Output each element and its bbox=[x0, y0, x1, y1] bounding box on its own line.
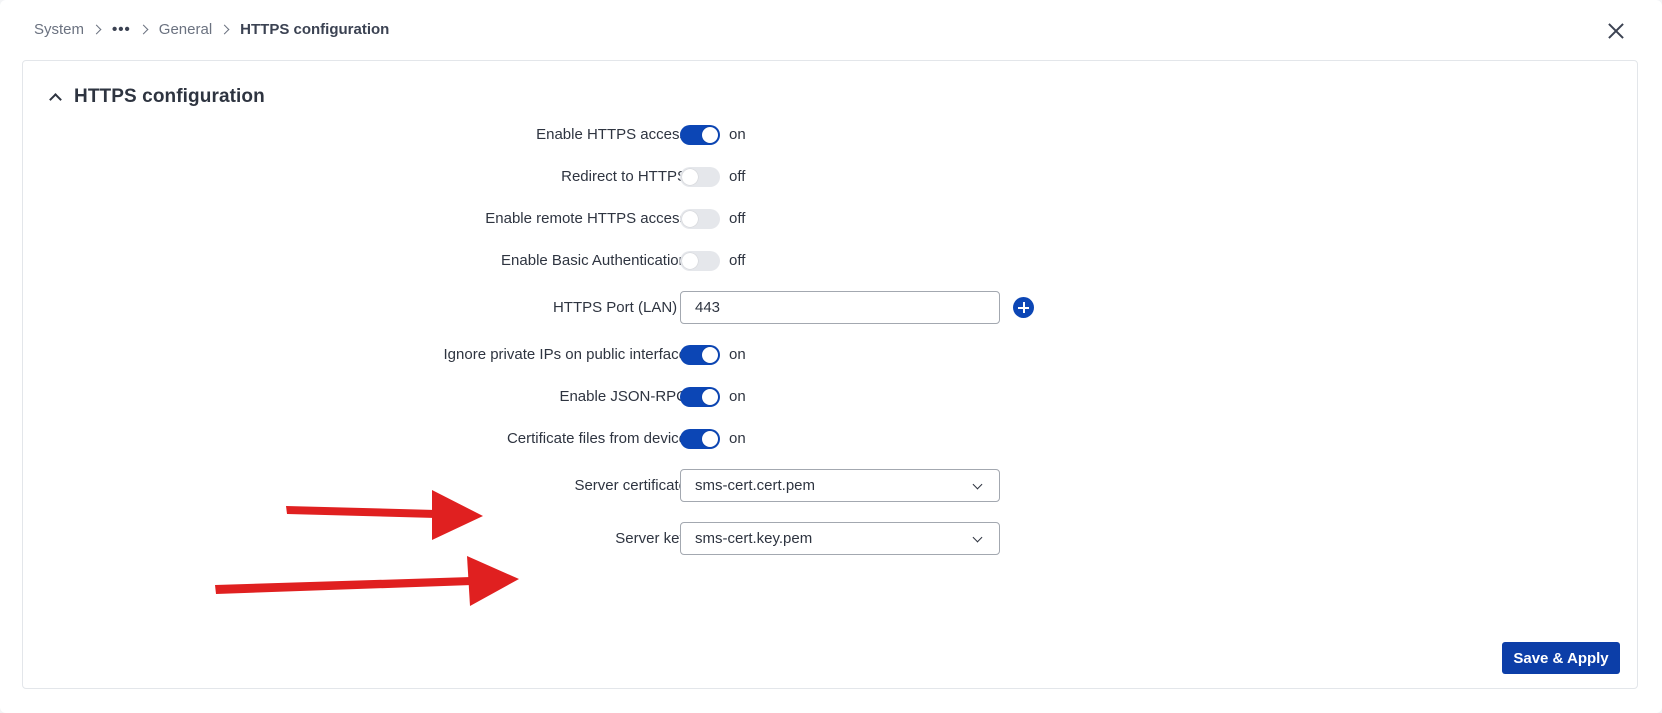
panel-title: HTTPS configuration bbox=[74, 86, 265, 107]
row-server-key: Server key sms-cert.key.pem bbox=[23, 522, 1123, 556]
breadcrumb-system[interactable]: System bbox=[34, 21, 84, 38]
field-label: Enable JSON-RPC bbox=[559, 388, 687, 405]
toggle-state-text: off bbox=[729, 252, 746, 269]
toggle-state-text: off bbox=[729, 210, 746, 227]
json-rpc-toggle[interactable] bbox=[680, 387, 720, 407]
toggle-state-text: on bbox=[729, 430, 746, 447]
chevron-up-icon bbox=[49, 93, 62, 106]
plus-circle-icon[interactable] bbox=[1013, 297, 1034, 318]
https-config-panel: HTTPS configuration Enable HTTPS access … bbox=[22, 60, 1638, 689]
basic-auth-toggle[interactable] bbox=[680, 251, 720, 271]
toggle-knob bbox=[702, 347, 718, 363]
enable-https-toggle[interactable] bbox=[680, 125, 720, 145]
field-label: Certificate files from device bbox=[506, 430, 687, 447]
ignore-private-ips-toggle[interactable] bbox=[680, 345, 720, 365]
chevron-right-icon bbox=[219, 24, 230, 34]
field-label: Redirect to HTTPS bbox=[561, 168, 687, 185]
panel-header-toggle[interactable]: HTTPS configuration bbox=[47, 83, 265, 111]
cert-from-device-toggle[interactable] bbox=[680, 429, 720, 449]
chevron-right-icon bbox=[91, 24, 102, 34]
breadcrumb-current: HTTPS configuration bbox=[240, 20, 390, 38]
toggle-knob bbox=[682, 211, 698, 227]
field-label: Enable remote HTTPS access bbox=[485, 210, 687, 227]
breadcrumb: System ••• General HTTPS configuration bbox=[34, 18, 389, 40]
chevron-down-icon bbox=[972, 479, 983, 490]
toggle-knob bbox=[682, 253, 698, 269]
toggle-knob bbox=[702, 389, 718, 405]
field-label: Ignore private IPs on public interface bbox=[443, 346, 687, 363]
toggle-knob bbox=[702, 431, 718, 447]
field-label: Enable HTTPS access bbox=[536, 126, 687, 143]
chevron-right-icon bbox=[138, 24, 149, 34]
row-redirect-https: Redirect to HTTPS off bbox=[23, 160, 1123, 194]
server-certificate-select[interactable]: sms-cert.cert.pem bbox=[680, 469, 1000, 502]
toggle-knob bbox=[682, 169, 698, 185]
toggle-state-text: on bbox=[729, 126, 746, 143]
toggle-state-text: on bbox=[729, 388, 746, 405]
https-port-input[interactable] bbox=[680, 291, 1000, 324]
toggle-state-text: on bbox=[729, 346, 746, 363]
select-value: sms-cert.cert.pem bbox=[695, 477, 816, 494]
breadcrumb-more[interactable]: ••• bbox=[112, 21, 131, 38]
field-label: Server key bbox=[615, 530, 687, 547]
remote-https-toggle[interactable] bbox=[680, 209, 720, 229]
redirect-https-toggle[interactable] bbox=[680, 167, 720, 187]
row-ignore-private-ips: Ignore private IPs on public interface o… bbox=[23, 338, 1123, 372]
field-label: HTTPS Port (LAN)* bbox=[553, 291, 687, 325]
field-label: Enable Basic Authentication bbox=[501, 252, 687, 269]
select-value: sms-cert.key.pem bbox=[695, 530, 813, 547]
toggle-knob bbox=[702, 127, 718, 143]
https-config-modal: System ••• General HTTPS configuration H… bbox=[0, 0, 1662, 713]
breadcrumb-general[interactable]: General bbox=[159, 21, 212, 38]
row-https-port: HTTPS Port (LAN)* bbox=[23, 291, 1123, 325]
row-remote-https: Enable remote HTTPS access off bbox=[23, 202, 1123, 236]
https-port-label: HTTPS Port (LAN) bbox=[552, 299, 678, 316]
row-server-certificate: Server certificate sms-cert.cert.pem bbox=[23, 469, 1123, 503]
toggle-state-text: off bbox=[729, 168, 746, 185]
row-json-rpc: Enable JSON-RPC on bbox=[23, 380, 1123, 414]
save-apply-button[interactable]: Save & Apply bbox=[1502, 642, 1620, 674]
row-cert-from-device: Certificate files from device on bbox=[23, 422, 1123, 456]
close-icon[interactable] bbox=[1605, 20, 1627, 42]
field-label: Server certificate bbox=[574, 477, 687, 494]
row-enable-https: Enable HTTPS access on bbox=[23, 118, 1123, 152]
row-basic-auth: Enable Basic Authentication off bbox=[23, 244, 1123, 278]
chevron-down-icon bbox=[972, 532, 983, 543]
server-key-select[interactable]: sms-cert.key.pem bbox=[680, 522, 1000, 555]
